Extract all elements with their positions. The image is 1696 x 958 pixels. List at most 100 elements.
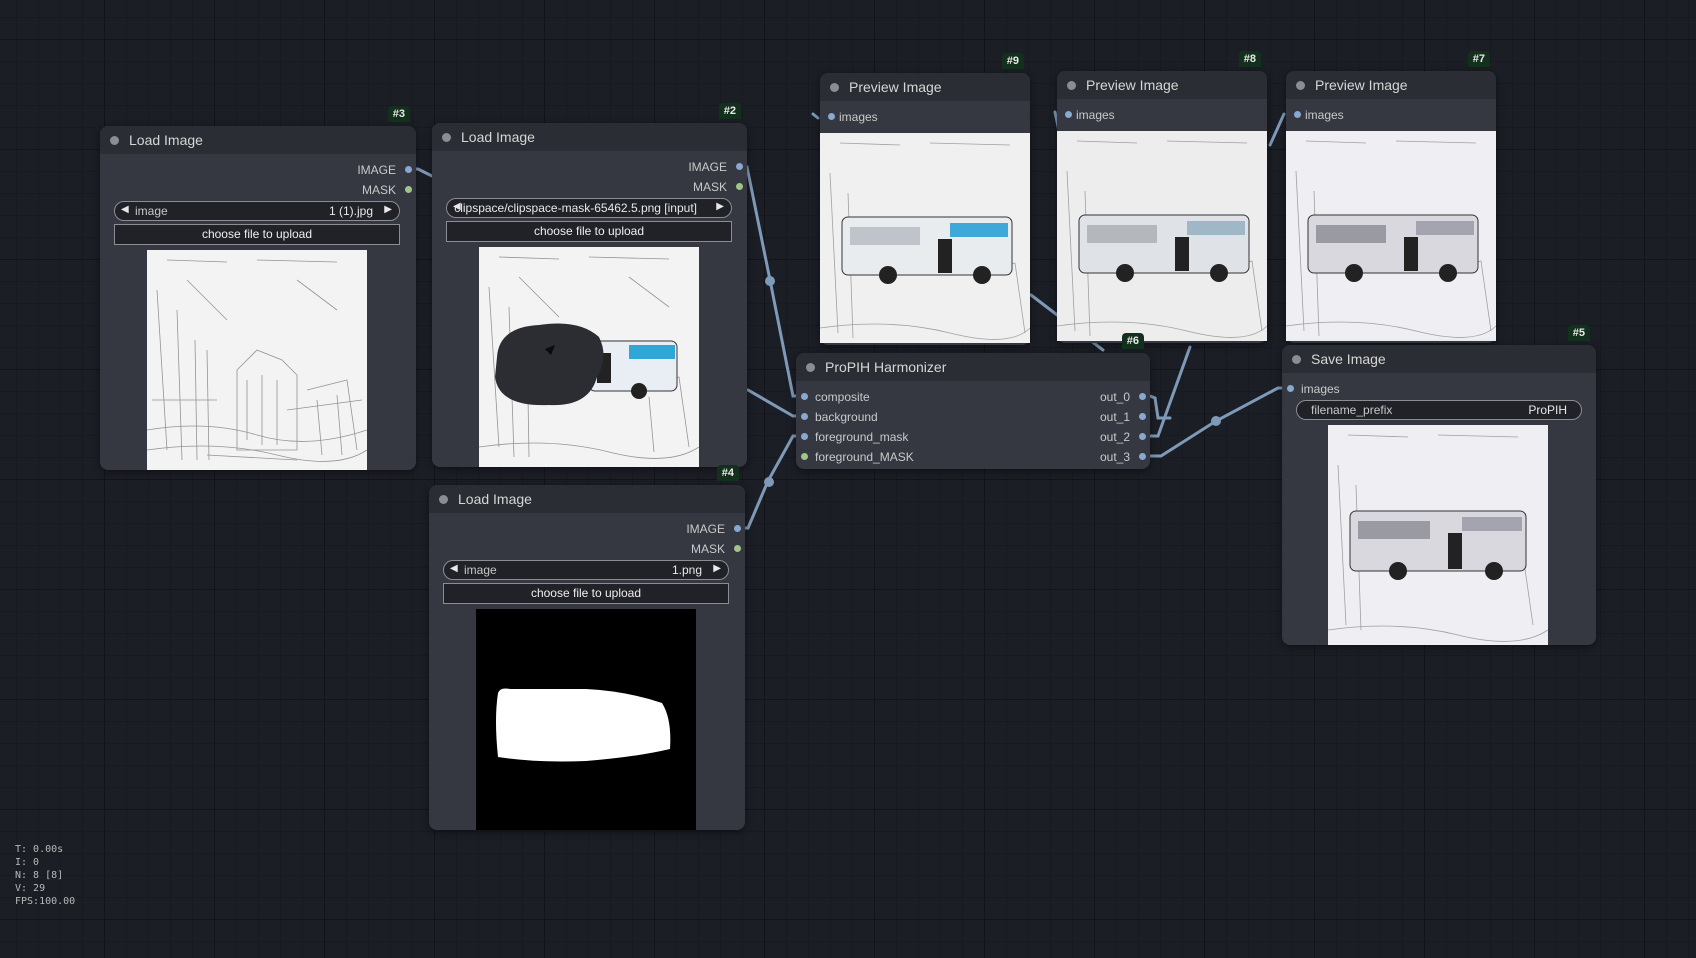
input-slot-images[interactable] xyxy=(1294,111,1301,118)
preview-image xyxy=(1286,131,1496,341)
node-title: Load Image xyxy=(458,491,532,507)
node-title: Preview Image xyxy=(849,79,942,95)
combo-next-icon[interactable]: ▶ xyxy=(713,563,721,574)
load-image-node-4[interactable]: #4 Load Image IMAGE MASK ◀ image 1.png ▶… xyxy=(429,465,745,830)
input-label-images: images xyxy=(1305,108,1344,122)
output-slot-image[interactable] xyxy=(734,525,741,532)
output-slot-image[interactable] xyxy=(405,166,412,173)
combo-label: image xyxy=(464,563,497,577)
input-slot-composite[interactable] xyxy=(801,393,808,400)
collapse-dot-icon[interactable] xyxy=(806,363,815,372)
collapse-dot-icon[interactable] xyxy=(1296,81,1305,90)
output-label-image: IMAGE xyxy=(357,163,396,177)
mask-preview xyxy=(476,609,696,830)
node-header[interactable]: Preview Image xyxy=(1057,71,1267,99)
stats-overlay: T: 0.00s I: 0 N: 8 [8] V: 29 FPS:100.00 xyxy=(15,843,75,908)
output-slot-out3[interactable] xyxy=(1139,453,1146,460)
output-slot-mask[interactable] xyxy=(736,183,743,190)
node-id-badge: #8 xyxy=(1238,51,1261,67)
combo-next-icon[interactable]: ▶ xyxy=(716,201,724,212)
input-label-foreground-mask-upper: foreground_MASK xyxy=(815,450,914,464)
collapse-dot-icon[interactable] xyxy=(439,495,448,504)
output-label-mask: MASK xyxy=(692,180,727,194)
node-header[interactable]: Load Image xyxy=(429,485,745,513)
input-label-images: images xyxy=(839,110,878,124)
output-slot-mask[interactable] xyxy=(734,545,741,552)
combo-prev-icon[interactable]: ◀ xyxy=(450,563,458,574)
output-label-mask: MASK xyxy=(361,183,396,197)
node-id-badge: #6 xyxy=(1121,333,1144,349)
input-slot-foreground-mask-upper[interactable] xyxy=(801,453,808,460)
combo-value: 1 (1).jpg xyxy=(328,204,373,218)
input-slot-images[interactable] xyxy=(1287,385,1294,392)
preview-image xyxy=(1057,131,1267,341)
output-slot-out0[interactable] xyxy=(1139,393,1146,400)
node-title: Preview Image xyxy=(1086,77,1179,93)
stats-nodes: N: 8 [8] xyxy=(15,870,64,881)
load-image-node-3[interactable]: #3 Load Image IMAGE MASK ◀ image 1 (1).j… xyxy=(100,106,416,470)
node-header[interactable]: Preview Image xyxy=(1286,71,1496,99)
load-image-node-2[interactable]: #2 Load Image IMAGE MASK ◀ clipspace/cli… xyxy=(432,103,747,467)
stats-vertices: V: 29 xyxy=(15,883,46,894)
stats-iterations: I: 0 xyxy=(15,857,40,868)
input-slot-images[interactable] xyxy=(1065,111,1072,118)
preview-image-node-9[interactable]: #9 Preview Image images xyxy=(820,53,1030,345)
input-slot-images[interactable] xyxy=(828,113,835,120)
node-title: Load Image xyxy=(461,129,535,145)
image-combo[interactable]: ◀ clipspace/clipspace-mask-65462.5.png [… xyxy=(446,198,732,218)
output-slot-out2[interactable] xyxy=(1139,433,1146,440)
filename-prefix-field[interactable]: filename_prefix ProPIH xyxy=(1296,400,1582,420)
output-slot-image[interactable] xyxy=(736,163,743,170)
collapse-dot-icon[interactable] xyxy=(1292,355,1301,364)
collapse-dot-icon[interactable] xyxy=(830,83,839,92)
node-id-badge: #2 xyxy=(718,103,741,119)
field-value: ProPIH xyxy=(1528,403,1567,417)
combo-prev-icon[interactable]: ◀ xyxy=(121,204,129,215)
stats-fps: FPS:100.00 xyxy=(15,896,76,907)
upload-button[interactable]: choose file to upload xyxy=(114,224,400,245)
output-label-out3: out_3 xyxy=(1099,450,1130,464)
preview-image-node-7[interactable]: #7 Preview Image images xyxy=(1286,51,1496,343)
preview-image xyxy=(820,133,1030,343)
output-label-mask: MASK xyxy=(690,542,725,556)
output-label-image: IMAGE xyxy=(686,522,725,536)
node-header[interactable]: Load Image xyxy=(100,126,416,154)
output-label-out1: out_1 xyxy=(1099,410,1130,424)
collapse-dot-icon[interactable] xyxy=(442,133,451,142)
node-id-badge: #4 xyxy=(716,465,739,481)
node-id-badge: #3 xyxy=(387,106,410,122)
output-label-image: IMAGE xyxy=(688,160,727,174)
stats-time: T: 0.00s xyxy=(15,844,64,855)
save-image-node-5[interactable]: #5 Save Image images filename_prefix Pro… xyxy=(1282,325,1596,645)
input-label-background: background xyxy=(815,410,878,424)
node-title: Save Image xyxy=(1311,351,1386,367)
input-slot-foreground-mask[interactable] xyxy=(801,433,808,440)
combo-label: image xyxy=(135,204,168,218)
image-preview xyxy=(147,250,367,470)
combo-next-icon[interactable]: ▶ xyxy=(384,204,392,215)
output-label-out2: out_2 xyxy=(1099,430,1130,444)
image-combo[interactable]: ◀ image 1 (1).jpg ▶ xyxy=(114,201,400,221)
output-slot-out1[interactable] xyxy=(1139,413,1146,420)
node-id-badge: #7 xyxy=(1467,51,1490,67)
output-slot-mask[interactable] xyxy=(405,186,412,193)
combo-value: 1.png xyxy=(671,563,702,577)
combo-value: clipspace/clipspace-mask-65462.5.png [in… xyxy=(454,201,697,215)
node-header[interactable]: Save Image xyxy=(1282,345,1596,373)
input-slot-background[interactable] xyxy=(801,413,808,420)
upload-button[interactable]: choose file to upload xyxy=(446,221,732,242)
node-id-badge: #5 xyxy=(1567,325,1590,341)
image-preview xyxy=(479,247,699,467)
node-header[interactable]: Preview Image xyxy=(820,73,1030,101)
collapse-dot-icon[interactable] xyxy=(1067,81,1076,90)
propih-harmonizer-node-6[interactable]: #6 ProPIH Harmonizer composite backgroun… xyxy=(796,333,1150,469)
image-combo[interactable]: ◀ image 1.png ▶ xyxy=(443,560,729,580)
collapse-dot-icon[interactable] xyxy=(110,136,119,145)
node-header[interactable]: Load Image xyxy=(432,123,747,151)
saved-image-preview xyxy=(1328,425,1548,645)
upload-button[interactable]: choose file to upload xyxy=(443,583,729,604)
input-label-images: images xyxy=(1076,108,1115,122)
node-title: ProPIH Harmonizer xyxy=(825,359,947,375)
preview-image-node-8[interactable]: #8 Preview Image images xyxy=(1057,51,1267,343)
node-header[interactable]: ProPIH Harmonizer xyxy=(796,353,1150,381)
